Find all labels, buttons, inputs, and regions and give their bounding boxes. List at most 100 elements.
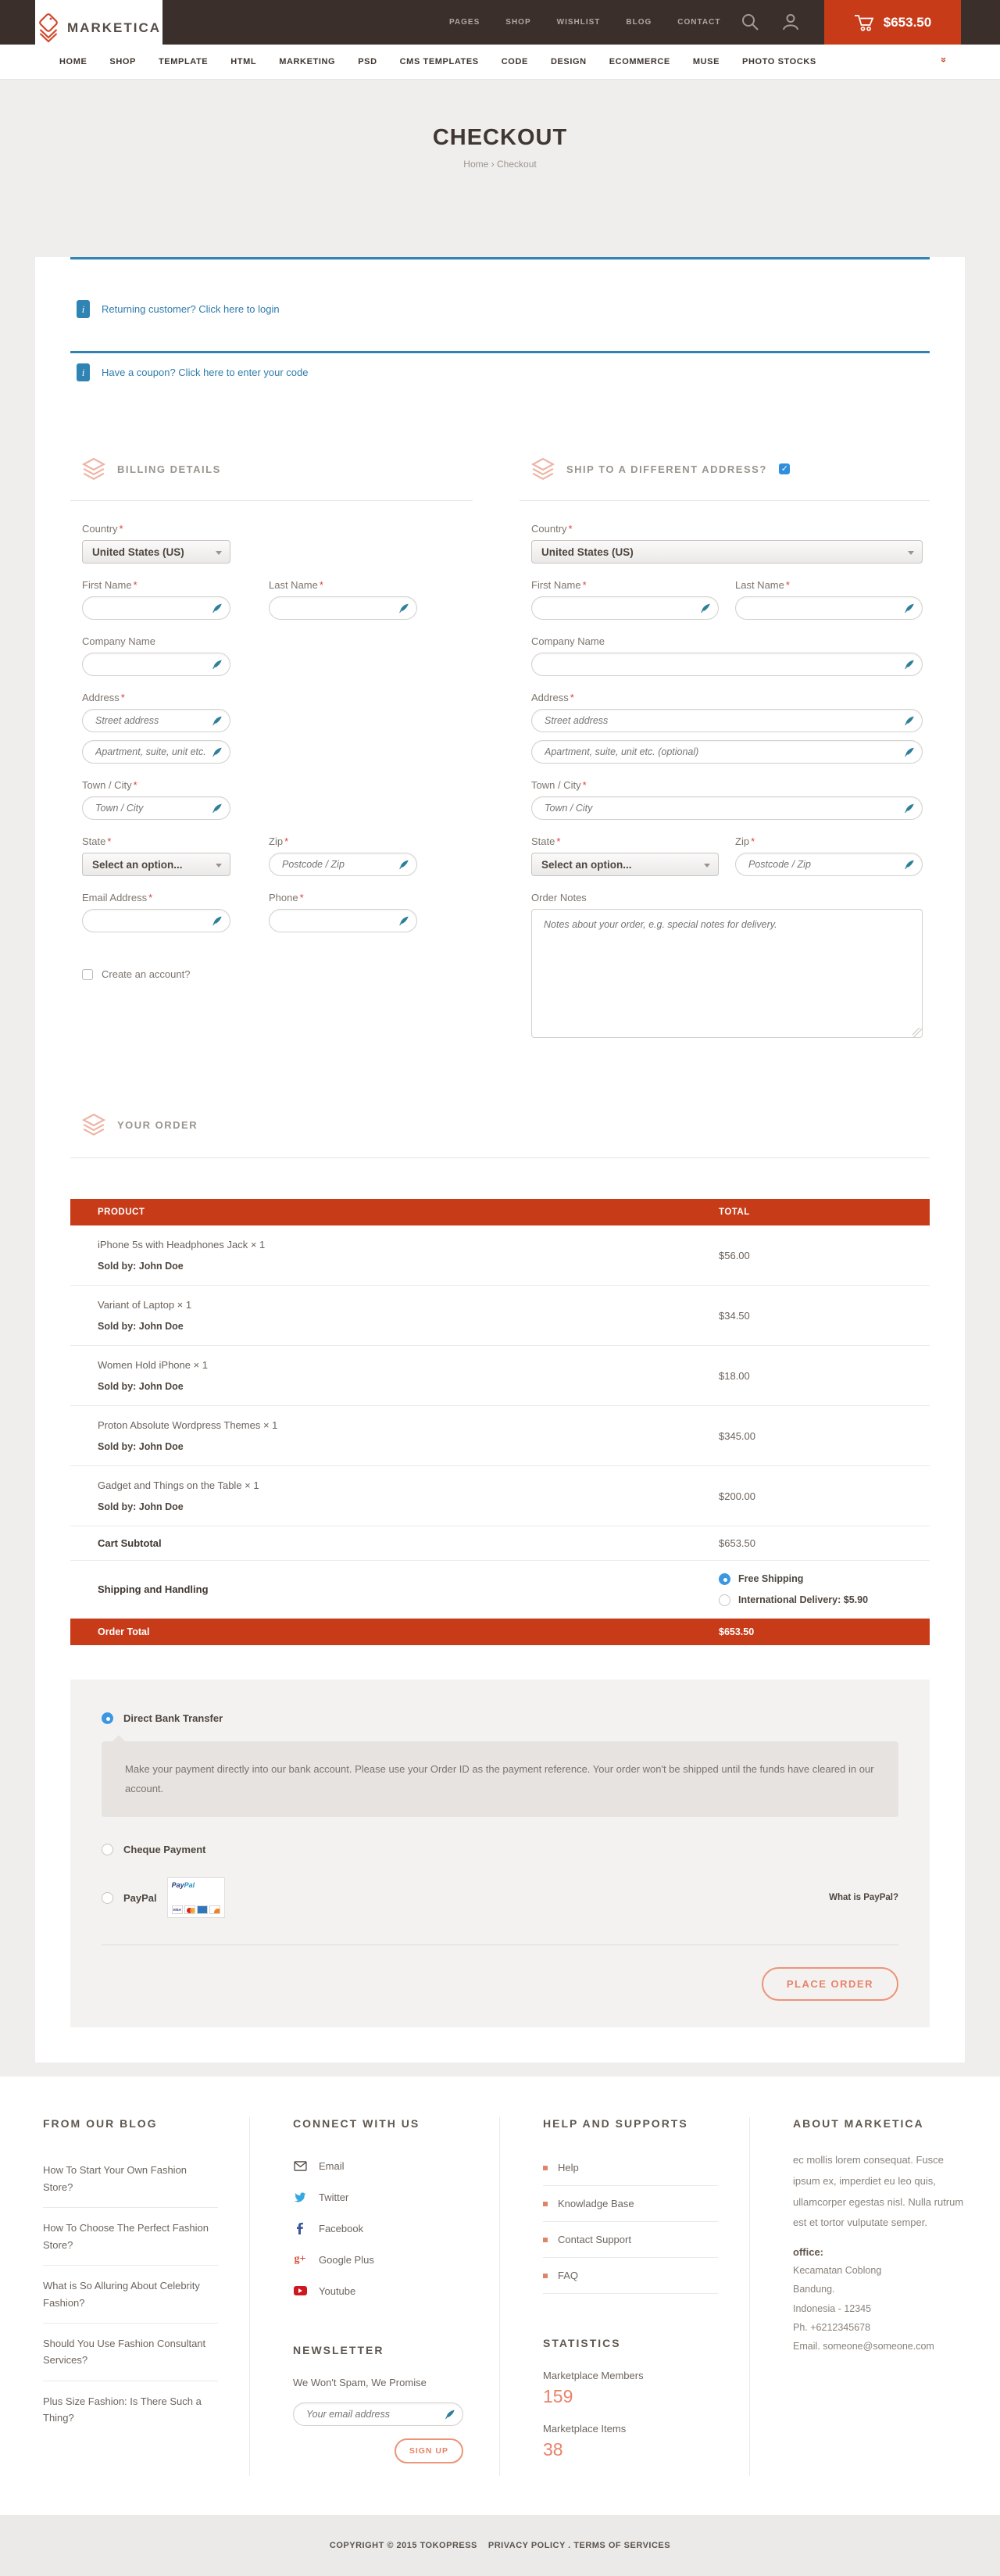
footer-blog-column: FROM OUR BLOG How To Start Your Own Fash… (0, 2117, 250, 2476)
coupon-notice-link[interactable]: Have a coupon? Click here to enter your … (102, 367, 309, 378)
social-youtube-link[interactable]: Youtube (293, 2275, 468, 2306)
subnav-photo-stocks[interactable]: PHOTO STOCKS (742, 57, 816, 66)
user-icon[interactable] (781, 13, 800, 31)
billing-email-field: Email Address* (82, 892, 230, 932)
subnav-ecommerce[interactable]: ECOMMERCE (609, 57, 670, 66)
payment-method-bank[interactable]: Direct Bank Transfer (102, 1712, 898, 1724)
subnav-home[interactable]: HOME (59, 57, 87, 66)
billing-country-field: Country* United States (US) (82, 523, 473, 564)
shipping-state-select[interactable]: Select an option... (531, 853, 719, 876)
billing-first-name-input[interactable] (83, 597, 230, 619)
shipping-country-select[interactable]: United States (US) (531, 540, 923, 564)
order-notes-textarea[interactable] (531, 909, 923, 1038)
help-link[interactable]: FAQ (543, 2258, 718, 2294)
product-name: Proton Absolute Wordpress Themes × 1 (98, 1419, 719, 1431)
billing-town-field: Town / City* (82, 779, 473, 820)
legal-links[interactable]: PRIVACY POLICY . TERMS OF SERVICES (488, 2541, 670, 2550)
shipping-address2-input[interactable] (532, 741, 922, 763)
search-icon[interactable] (741, 13, 759, 31)
billing-street-input[interactable] (83, 710, 230, 732)
social-googleplus-link[interactable]: g+ Google Plus (293, 2244, 468, 2275)
billing-last-name-field: Last Name* (269, 579, 417, 620)
product-name: Variant of Laptop × 1 (98, 1299, 719, 1311)
header-nav-blog[interactable]: BLOG (626, 18, 652, 27)
bank-transfer-description: Make your payment directly into our bank… (102, 1741, 898, 1817)
radio-icon (719, 1594, 730, 1606)
help-link[interactable]: Knowladge Base (543, 2186, 718, 2222)
shipping-last-name-input[interactable] (736, 597, 922, 619)
header-nav-pages[interactable]: PAGES (449, 18, 480, 27)
footer-about-column: ABOUT MARKETICA ec mollis lorem consequa… (750, 2117, 1000, 2476)
billing-town-label: Town / City* (82, 779, 473, 791)
breadcrumb-current: Checkout (497, 159, 537, 170)
cart-subtotal-row: Cart Subtotal $653.50 (70, 1526, 930, 1561)
subnav-design[interactable]: DESIGN (551, 57, 587, 66)
billing-phone-label: Phone* (269, 892, 417, 903)
shipping-zip-input[interactable] (736, 853, 922, 875)
billing-country-select[interactable]: United States (US) (82, 540, 230, 564)
billing-phone-input[interactable] (270, 910, 416, 932)
blog-link[interactable]: What is So Alluring About Celebrity Fash… (43, 2266, 218, 2324)
signup-button[interactable]: SIGN UP (395, 2438, 463, 2463)
blog-link[interactable]: How To Start Your Own Fashion Store? (43, 2150, 218, 2208)
dropdown-arrow-icon (216, 864, 222, 868)
help-link[interactable]: Contact Support (543, 2222, 718, 2258)
breadcrumb-home[interactable]: Home (463, 159, 488, 170)
blog-link[interactable]: Should You Use Fashion Consultant Servic… (43, 2324, 218, 2381)
payment-method-cheque[interactable]: Cheque Payment (102, 1844, 898, 1855)
social-email-link[interactable]: Email (293, 2150, 468, 2181)
shipping-option-free[interactable]: Free Shipping (719, 1573, 930, 1585)
header-nav-contact[interactable]: CONTACT (677, 18, 720, 27)
dropdown-arrow-icon (908, 551, 914, 555)
subnav-psd[interactable]: PSD (358, 57, 377, 66)
social-facebook-link[interactable]: Facebook (293, 2213, 468, 2244)
bullet-icon (543, 2238, 548, 2242)
billing-email-input[interactable] (83, 910, 230, 932)
help-link[interactable]: Help (543, 2150, 718, 2186)
billing-company-input[interactable] (83, 653, 230, 675)
bullet-icon (543, 2274, 548, 2278)
header-nav-wishlist[interactable]: WISHLIST (557, 18, 601, 27)
billing-last-name-input[interactable] (270, 597, 416, 619)
what-is-paypal-link[interactable]: What is PayPal? (829, 1893, 898, 1902)
order-row: iPhone 5s with Headphones Jack × 1 Sold … (70, 1225, 930, 1286)
cart-button[interactable]: $653.50 (824, 0, 961, 45)
shipping-company-label: Company Name (531, 635, 930, 647)
subnav-shop[interactable]: SHOP (109, 57, 136, 66)
subnav-marketing[interactable]: MARKETING (279, 57, 335, 66)
billing-phone-field: Phone* (269, 892, 417, 932)
logo[interactable]: MARKETICA (35, 0, 162, 55)
shipping-town-input[interactable] (532, 797, 922, 819)
blog-link[interactable]: How To Choose The Perfect Fashion Store? (43, 2208, 218, 2266)
more-menu-chevron-icon[interactable]: » (939, 57, 949, 63)
create-account-checkbox[interactable] (82, 969, 93, 980)
shipping-town-label: Town / City* (531, 779, 930, 791)
billing-town-input[interactable] (83, 797, 230, 819)
billing-zip-input[interactable] (270, 853, 416, 875)
payment-method-paypal[interactable]: PayPal PayPal VISA What is PayPal? (102, 1877, 898, 1918)
shipping-option-international[interactable]: International Delivery: $5.90 (719, 1594, 930, 1606)
subnav-code[interactable]: CODE (502, 57, 528, 66)
header-nav-shop[interactable]: SHOP (505, 18, 530, 27)
cart-total: $653.50 (884, 15, 931, 30)
order-row: Proton Absolute Wordpress Themes × 1 Sol… (70, 1406, 930, 1466)
social-twitter-link[interactable]: Twitter (293, 2181, 468, 2213)
newsletter-email-input[interactable] (294, 2403, 462, 2425)
billing-address2-input[interactable] (83, 741, 230, 763)
subnav-muse[interactable]: MUSE (693, 57, 720, 66)
shipping-heading: SHIP TO A DIFFERENT ADDRESS? (520, 456, 930, 481)
subnav-cms-templates[interactable]: CMS TEMPLATES (400, 57, 479, 66)
login-notice-link[interactable]: Returning customer? Click here to login (102, 303, 280, 315)
shipping-company-input[interactable] (532, 653, 922, 675)
subnav-template[interactable]: TEMPLATE (159, 57, 208, 66)
subnav-html[interactable]: HTML (230, 57, 256, 66)
shipping-street-input[interactable] (532, 710, 922, 732)
address-line: Kecamatan Coblong (793, 2261, 969, 2280)
billing-state-select[interactable]: Select an option... (82, 853, 230, 876)
your-order-heading: YOUR ORDER (35, 1112, 965, 1137)
shipping-last-name-field: Last Name* (735, 579, 923, 620)
ship-different-checkbox[interactable] (779, 463, 790, 474)
shipping-first-name-input[interactable] (532, 597, 718, 619)
blog-link[interactable]: Plus Size Fashion: Is There Such a Thing… (43, 2381, 218, 2438)
place-order-button[interactable]: PLACE ORDER (762, 1967, 898, 2001)
